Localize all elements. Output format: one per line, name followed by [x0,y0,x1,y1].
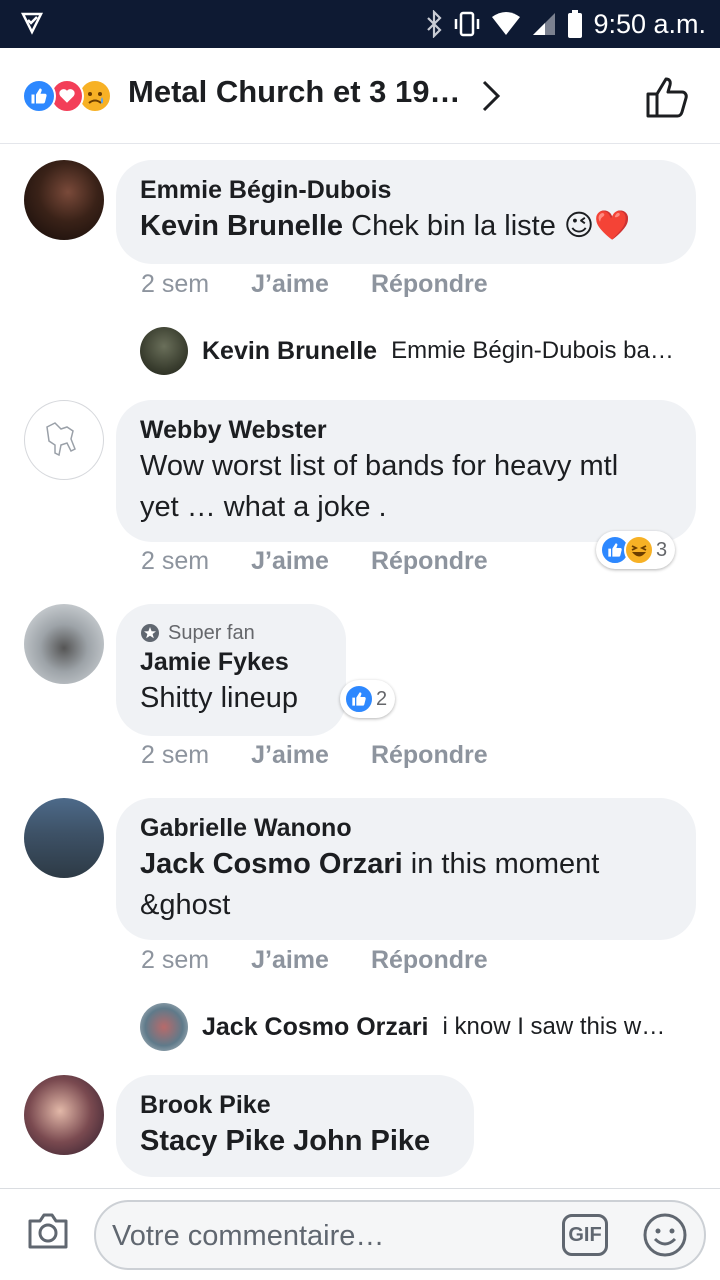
horse-logo-icon [46,422,76,457]
comment-bubble: Brook Pike Stacy Pike John Pike [116,1075,474,1177]
wifi-icon [492,12,521,35]
like-reaction-icon [22,79,56,113]
comment-placeholder: Votre commentaire… [112,1220,385,1252]
haha-reaction-icon [624,535,654,565]
reply-button[interactable]: Répondre [371,946,488,975]
thumbs-up-icon[interactable] [644,74,692,120]
mention-link[interactable]: Kevin Brunelle [140,210,343,242]
like-button[interactable]: J’aime [251,741,329,770]
avatar[interactable] [140,1003,188,1051]
comment-bubble: Webby Webster Wow worst list of bands fo… [116,400,696,542]
signal-icon [533,13,556,35]
comment-input[interactable]: Votre commentaire… GIF [94,1200,706,1270]
reactions-header[interactable]: Metal Church et 3 19… [0,48,720,144]
comment-actions: 2 sem J’aime Répondre [141,946,488,975]
bluetooth-icon [427,10,442,38]
comment-bubble: Super fan Jamie Fykes Shitty lineup [116,604,346,736]
reaction-count: 2 [376,687,388,710]
vibrate-icon [455,11,480,37]
star-icon [141,624,159,642]
reply-text: i know I saw this w… [442,1013,666,1040]
like-reaction-icon [344,684,374,714]
reply-button[interactable]: Répondre [371,741,488,770]
comment-text: Jack Cosmo Orzari in this moment &ghost [140,848,600,921]
comment-time: 2 sem [141,547,210,575]
reply-button[interactable]: Répondre [371,270,488,299]
comment-author[interactable]: Webby Webster [140,414,672,446]
reply-author[interactable]: Kevin Brunelle [202,337,377,366]
emoji-icon[interactable] [642,1212,688,1258]
comment-text: Shitty lineup [140,682,298,714]
avatar[interactable] [24,604,104,684]
comment-time: 2 sem [141,946,210,974]
comment-text: Wow worst list of bands for heavy mtl ye… [140,450,619,523]
reply-author[interactable]: Jack Cosmo Orzari [202,1013,429,1042]
mention-link[interactable]: Jack Cosmo Orzari [140,848,403,880]
comment-actions: 2 sem J’aime Répondre [141,270,488,299]
reply-preview[interactable]: Jack Cosmo Orzari i know I saw this w… [140,1003,665,1051]
battery-icon [568,10,583,38]
comment-author[interactable]: Gabrielle Wanono [140,812,672,844]
comment-text: Kevin Brunelle Chek bin la liste 😉❤️ [140,210,631,242]
camera-icon[interactable] [26,1211,70,1251]
clock-time: 9:50 a.m. [593,8,706,39]
comment-actions: 2 sem J’aime Répondre [141,547,488,576]
comment-bubble: Gabrielle Wanono Jack Cosmo Orzari in th… [116,798,696,940]
reply-preview[interactable]: Kevin Brunelle Emmie Bégin-Dubois ba… [140,327,674,375]
comment-composer: Votre commentaire… GIF [0,1188,720,1280]
super-fan-badge: Super fan [140,620,322,646]
comment-text: Stacy Pike John Pike [140,1121,450,1162]
notification-icon [20,12,44,35]
like-button[interactable]: J’aime [251,547,329,576]
like-button[interactable]: J’aime [251,946,329,975]
reaction-count: 3 [656,538,668,561]
comment-reactions[interactable]: 3 [596,531,676,569]
avatar[interactable] [24,400,104,480]
avatar[interactable] [24,798,104,878]
comment-actions: 2 sem J’aime Répondre [141,741,488,770]
avatar[interactable] [24,1075,104,1155]
gif-icon[interactable]: GIF [562,1214,608,1256]
reaction-summary[interactable] [22,78,112,114]
comment-author[interactable]: Jamie Fykes [140,646,322,678]
comment-author[interactable]: Emmie Bégin-Dubois [140,174,672,206]
avatar[interactable] [140,327,188,375]
reply-text: Emmie Bégin-Dubois ba… [391,337,674,364]
like-button[interactable]: J’aime [251,270,329,299]
comment-reactions[interactable]: 2 [340,680,396,718]
mention-link[interactable]: Stacy Pike John Pike [140,1125,430,1157]
status-bar: 9:50 a.m. [0,0,720,48]
chevron-right-icon[interactable] [476,76,504,116]
comment-author[interactable]: Brook Pike [140,1089,450,1121]
comment-time: 2 sem [141,270,210,298]
reactions-title[interactable]: Metal Church et 3 19… [128,74,460,110]
avatar[interactable] [24,160,104,240]
reply-button[interactable]: Répondre [371,547,488,576]
comment-time: 2 sem [141,741,210,769]
comment-bubble: Emmie Bégin-Dubois Kevin Brunelle Chek b… [116,160,696,264]
